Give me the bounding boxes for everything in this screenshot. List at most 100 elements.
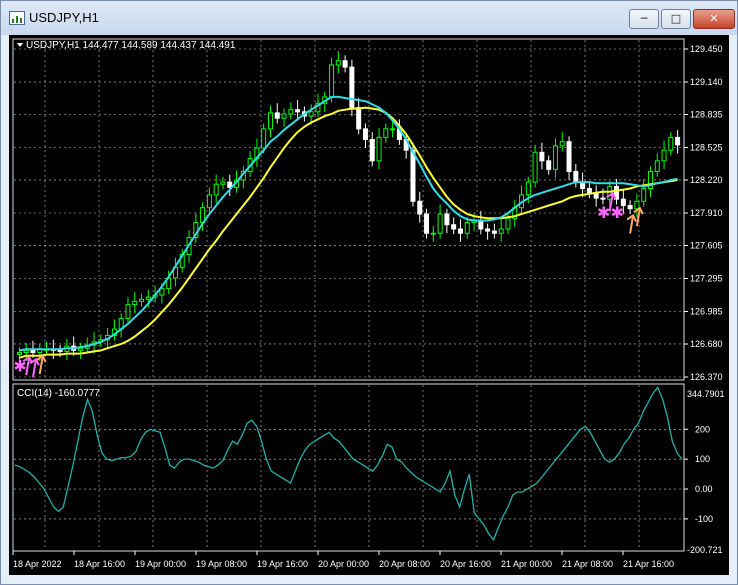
candle-body [641, 188, 647, 202]
time-label: 18 Apr 16:00 [74, 559, 125, 569]
chart-area[interactable]: ✱ ✱ ✱ USDJPY,H1 144.477 144.589 144.437 14… [9, 35, 729, 575]
candle-body [139, 298, 145, 302]
price-label: 127.295 [690, 273, 723, 283]
close-button[interactable]: ✕ [693, 9, 735, 29]
candle-body [329, 64, 335, 98]
cci-level-label: -100 [695, 514, 713, 524]
candle-body [356, 107, 362, 130]
candle-body [627, 205, 633, 210]
candle-body [410, 149, 416, 202]
candle-body [485, 228, 491, 232]
candle-body [30, 349, 36, 354]
candle-body [376, 136, 382, 162]
maximize-button[interactable]: □ [661, 9, 691, 29]
candle-body [668, 136, 674, 151]
candle-body [390, 128, 396, 131]
signal-arrows: ✱✱ ✱ [13, 191, 644, 378]
time-label: 18 Apr 2022 [13, 559, 62, 569]
time-label: 19 Apr 00:00 [135, 559, 186, 569]
candle-body [444, 213, 450, 226]
star-signal-icon: ✱ [597, 205, 610, 222]
candle-body [478, 219, 484, 230]
time-label: 21 Apr 16:00 [623, 559, 674, 569]
candle-body [505, 217, 511, 230]
cci-axis: 344.7901 -200.721 200 100 0.00 -100 [684, 389, 725, 555]
candle-body [132, 300, 138, 306]
terminal-window: USDJPY,H1 ─ □ ✕ ✱ ✱ ✱ USDJPY,H1 144.477 14… [0, 0, 738, 585]
time-label: 20 Apr 16:00 [440, 559, 491, 569]
cci-level-label: 0.00 [695, 484, 713, 494]
time-axis: 18 Apr 2022 18 Apr 16:00 19 Apr 00:00 19 Ap… [12, 551, 674, 569]
candle-body [383, 128, 389, 138]
time-label: 21 Apr 08:00 [562, 559, 613, 569]
candle-body [457, 228, 463, 234]
candle-body [525, 181, 531, 196]
candle-body [335, 60, 341, 66]
minimize-button[interactable]: ─ [629, 9, 659, 29]
candle-body [288, 109, 294, 115]
candle-body [206, 194, 212, 209]
cci-max-label: 344.7901 [687, 389, 725, 399]
cci-line [14, 386, 683, 542]
candle-body [675, 136, 681, 146]
cci-level-label: 200 [695, 424, 710, 434]
price-label: 126.985 [690, 307, 723, 317]
candle-body [417, 200, 423, 215]
candle-body [430, 232, 436, 235]
candle-body [546, 160, 552, 170]
candle-body [362, 128, 368, 141]
candle-body [213, 183, 219, 196]
cci-min-label: -200.721 [687, 545, 723, 555]
time-label: 21 Apr 00:00 [501, 559, 552, 569]
candle-body [654, 160, 660, 172]
candle-body [349, 66, 355, 109]
candle-body [491, 230, 497, 234]
candle-body [342, 60, 348, 68]
candle-body [16, 352, 22, 356]
candle-body [532, 151, 538, 183]
price-label: 128.835 [690, 109, 723, 119]
cci-level-label: 100 [695, 454, 710, 464]
candle-body [424, 213, 430, 234]
candle-body [586, 188, 592, 194]
candle-body [573, 170, 579, 183]
price-label: 129.140 [690, 77, 723, 87]
time-label: 19 Apr 08:00 [196, 559, 247, 569]
time-label: 19 Apr 16:00 [257, 559, 308, 569]
time-label: 20 Apr 00:00 [318, 559, 369, 569]
candle-body [295, 109, 301, 113]
indicator-grid [14, 385, 683, 550]
title-bar[interactable]: USDJPY,H1 ─ □ ✕ [1, 1, 737, 35]
candle-body [267, 112, 273, 130]
window-title: USDJPY,H1 [29, 10, 99, 25]
candle-body [539, 151, 545, 162]
candle-body [600, 197, 606, 200]
candle-body [464, 222, 470, 234]
candle-body [145, 296, 151, 300]
price-label: 129.450 [690, 44, 723, 54]
candle-body [77, 347, 83, 351]
moving-averages [19, 95, 678, 359]
ma-slow-line [19, 106, 678, 359]
price-label: 128.525 [690, 143, 723, 153]
indicator-frame [12, 383, 685, 552]
price-label: 126.680 [690, 339, 723, 349]
candle-body [566, 141, 572, 172]
dropdown-triangle-icon[interactable] [17, 43, 23, 47]
candle-body [634, 200, 640, 210]
candle-body [437, 213, 443, 234]
candle-body [451, 224, 457, 230]
candle-body [261, 128, 267, 149]
ma-fast-line [19, 95, 678, 352]
price-label: 127.605 [690, 240, 723, 250]
candle-body [661, 149, 667, 162]
candle-body [308, 111, 314, 117]
price-axis: 129.450 129.140 128.835 128.525 128.220 127.9… [684, 44, 723, 382]
chart-canvas[interactable]: ✱✱ ✱ USDJPY,H1 144.477 144.589 144.437 14… [9, 35, 729, 575]
candle-body [125, 304, 131, 319]
candle-body [281, 113, 287, 119]
candle-body [23, 349, 29, 354]
candle-body [498, 228, 504, 234]
main-chart-header: USDJPY,H1 144.477 144.589 144.437 144.49… [26, 40, 236, 51]
candle-body [220, 181, 226, 185]
